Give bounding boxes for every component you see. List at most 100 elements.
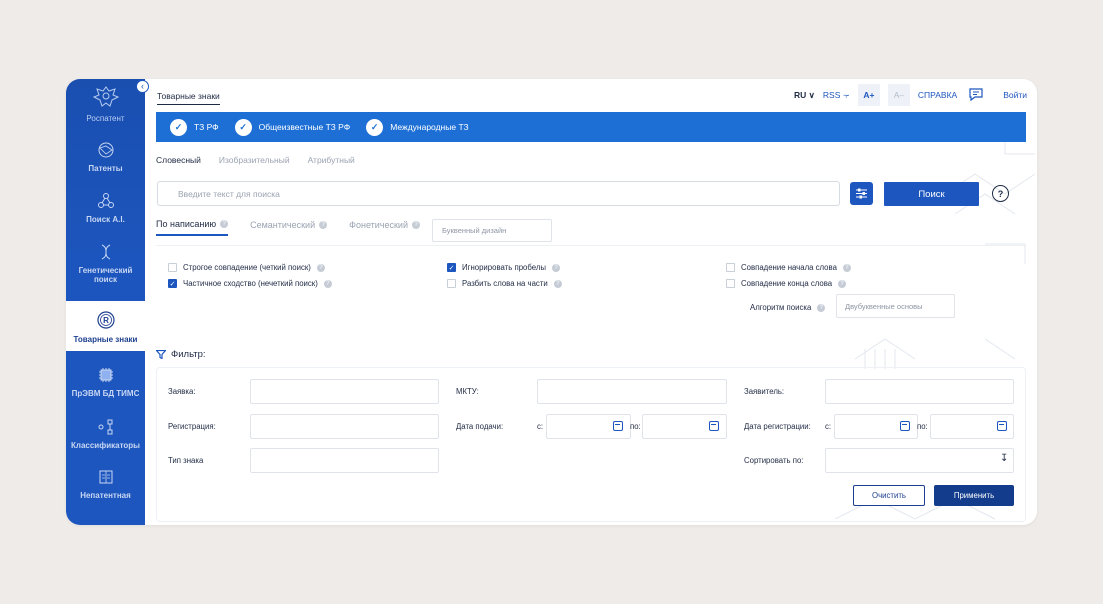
- option-partial-match[interactable]: ✓ Частичное сходство (нечеткий поиск) ?: [168, 279, 332, 288]
- database-chip-international[interactable]: ✓ Международные ТЗ: [366, 118, 469, 136]
- info-icon[interactable]: ?: [838, 279, 847, 288]
- book-icon: [99, 470, 112, 484]
- tab-label: Семантический: [250, 220, 316, 230]
- filter-heading[interactable]: Фильтр:: [156, 349, 206, 360]
- help-link[interactable]: СПРАВКА: [918, 90, 957, 100]
- calendar-icon[interactable]: [709, 421, 719, 431]
- search-input[interactable]: Введите текст для поиска: [157, 181, 840, 206]
- sidebar-item-label: Патенты: [88, 164, 123, 173]
- database-selector: ✓ ТЗ РФ ✓ Общеизвестные ТЗ РФ ✓ Междунар…: [156, 112, 1026, 142]
- sort-icon[interactable]: ↧: [1000, 453, 1008, 464]
- settings-button[interactable]: [850, 182, 873, 205]
- checkbox[interactable]: [726, 279, 735, 288]
- sidebar-item-patents[interactable]: Патенты: [66, 141, 145, 173]
- sidebar-item-classifiers[interactable]: Классификаторы: [66, 418, 145, 450]
- font-decrease-button[interactable]: A–: [887, 84, 910, 106]
- checkbox[interactable]: [168, 263, 177, 272]
- tab-verbal[interactable]: Словесный: [156, 155, 201, 165]
- mark-type-label: Тип знака: [168, 456, 204, 465]
- apply-button[interactable]: Применить: [934, 485, 1014, 506]
- registration-date-from-label: с:: [825, 422, 832, 431]
- option-word-end[interactable]: Совпадение конца слова ?: [726, 279, 847, 288]
- tab-semantic[interactable]: Семантический ?: [250, 220, 328, 235]
- top-bar: Товарные знаки RU ∨ RSS ⸟ A+ A– СПРАВКА: [145, 79, 1037, 112]
- language-selector[interactable]: RU ∨: [794, 90, 815, 101]
- info-icon[interactable]: ?: [316, 263, 325, 272]
- checkbox[interactable]: [447, 279, 456, 288]
- letter-design-input[interactable]: Буквенный дизайн: [432, 219, 552, 242]
- option-label: Частичное сходство (нечеткий поиск): [183, 279, 318, 288]
- info-icon[interactable]: ?: [553, 279, 562, 288]
- info-icon[interactable]: ?: [551, 263, 560, 272]
- rss-link[interactable]: RSS ⸟: [823, 90, 850, 101]
- svg-text:R: R: [103, 316, 109, 325]
- option-strict-match[interactable]: Строгое совпадение (четкий поиск) ?: [168, 263, 325, 272]
- info-icon[interactable]: ?: [412, 221, 420, 229]
- emblem-icon: [92, 86, 119, 107]
- tab-figurative[interactable]: Изобразительный: [219, 155, 290, 165]
- chat-icon[interactable]: [965, 84, 988, 106]
- calendar-icon[interactable]: [900, 421, 910, 431]
- sliders-icon: [856, 188, 867, 199]
- database-label: ТЗ РФ: [194, 122, 219, 132]
- database-label: Общеизвестные ТЗ РФ: [258, 122, 351, 132]
- top-bar-actions: RU ∨ RSS ⸟ A+ A– СПРАВКА Войти: [794, 84, 1027, 106]
- application-input[interactable]: [250, 379, 439, 404]
- network-icon: [97, 193, 114, 208]
- filing-date-from-label: с:: [537, 422, 544, 431]
- option-label: Строгое совпадение (четкий поиск): [183, 263, 311, 272]
- mktu-label: МКТУ:: [456, 387, 479, 396]
- app-window: Роспатент ‹ Патенты Поиск A.I. Генетичес: [66, 79, 1037, 525]
- checkbox-checked[interactable]: ✓: [447, 263, 456, 272]
- font-increase-button[interactable]: A+: [857, 84, 880, 106]
- dna-icon: [101, 244, 110, 260]
- database-chip-tz-rf[interactable]: ✓ ТЗ РФ: [170, 118, 219, 136]
- sidebar-item-software-db[interactable]: ПрЭВМ БД ТИМС: [66, 366, 145, 398]
- tab-attribute[interactable]: Атрибутный: [308, 155, 355, 165]
- applicant-input[interactable]: [825, 379, 1014, 404]
- breadcrumb[interactable]: Товарные знаки: [157, 91, 220, 105]
- info-icon[interactable]: ?: [220, 220, 229, 228]
- sidebar-item-trademarks[interactable]: R Товарные знаки: [66, 291, 145, 351]
- search-button[interactable]: Поиск: [884, 182, 979, 206]
- checkbox-checked[interactable]: ✓: [168, 279, 177, 288]
- calendar-icon[interactable]: [613, 421, 623, 431]
- registration-date-to-label: по:: [917, 422, 928, 431]
- info-icon[interactable]: ?: [319, 221, 328, 229]
- info-icon[interactable]: ?: [817, 303, 826, 312]
- chevron-down-icon: ∨: [808, 89, 815, 100]
- algorithm-label: Алгоритм поиска ?: [750, 303, 826, 312]
- option-split-words[interactable]: Разбить слова на части ?: [447, 279, 562, 288]
- calendar-icon[interactable]: [997, 421, 1007, 431]
- mark-type-select[interactable]: [250, 448, 439, 473]
- algorithm-label-text: Алгоритм поиска: [750, 303, 812, 312]
- tab-label: По написанию: [156, 219, 217, 229]
- funnel-icon: [156, 350, 166, 359]
- sidebar-item-genetic-search[interactable]: Генетический поиск: [66, 243, 145, 284]
- tab-phonetic[interactable]: Фонетический ?: [349, 220, 420, 235]
- hierarchy-icon: [98, 419, 112, 435]
- database-chip-wellknown[interactable]: ✓ Общеизвестные ТЗ РФ: [234, 118, 351, 136]
- clear-button[interactable]: Очистить: [853, 485, 925, 506]
- sidebar-item-ai-search[interactable]: Поиск A.I.: [66, 192, 145, 224]
- checkbox[interactable]: [726, 263, 735, 272]
- filter-title: Фильтр:: [171, 349, 206, 360]
- registration-label: Регистрация:: [168, 422, 216, 431]
- tab-spelling[interactable]: По написанию ?: [156, 219, 229, 236]
- sidebar-item-label: Поиск A.I.: [86, 215, 125, 224]
- login-link[interactable]: Войти: [1003, 90, 1027, 100]
- registration-input[interactable]: [250, 414, 439, 439]
- rospatent-logo[interactable]: Роспатент: [66, 85, 145, 123]
- sidebar-item-label: Классификаторы: [70, 441, 141, 450]
- mktu-input[interactable]: [537, 379, 727, 404]
- info-icon[interactable]: ?: [842, 263, 851, 272]
- info-icon[interactable]: ?: [323, 279, 332, 288]
- option-word-start[interactable]: Совпадение начала слова ?: [726, 263, 851, 272]
- sort-by-select[interactable]: [825, 448, 1014, 473]
- algorithm-select[interactable]: Двубуквенные основы: [836, 294, 955, 318]
- filing-date-to-label: по:: [630, 422, 641, 431]
- registration-date-label: Дата регистрации:: [744, 422, 811, 431]
- sidebar-item-nonpatent[interactable]: Непатентная: [66, 468, 145, 500]
- help-icon[interactable]: ?: [992, 185, 1009, 202]
- option-ignore-spaces[interactable]: ✓ Игнорировать пробелы ?: [447, 263, 560, 272]
